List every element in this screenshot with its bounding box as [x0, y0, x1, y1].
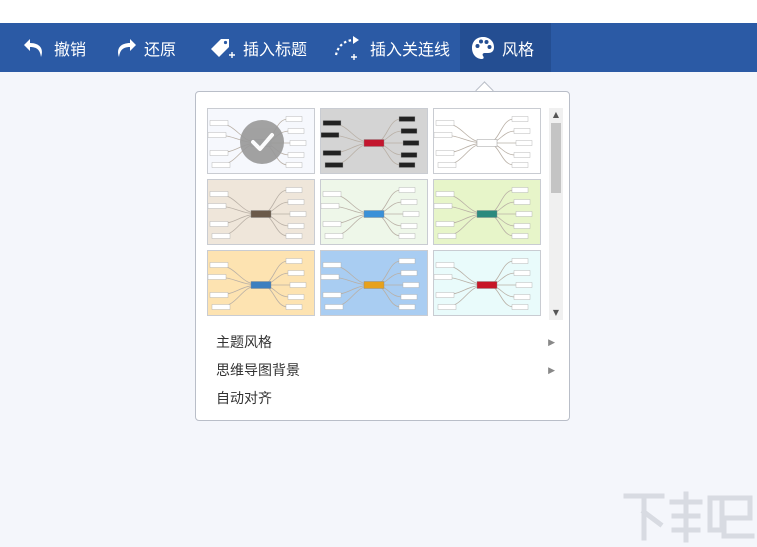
redo-icon [118, 38, 136, 57]
theme-thumbnail[interactable] [207, 179, 315, 245]
theme-scrollbar[interactable]: ▲ ▼ [549, 108, 563, 320]
chevron-right-icon: ▶ [548, 338, 555, 348]
insert-title-button[interactable]: 插入标题 [197, 23, 317, 72]
insert-title-label: 插入标题 [243, 39, 308, 59]
mindmap-preview [321, 258, 420, 310]
menu-item-label: 思维导图背景 [216, 363, 300, 379]
scroll-down-icon[interactable]: ▼ [549, 306, 563, 320]
tag-add-icon [211, 38, 235, 58]
mindmap-preview [434, 187, 533, 239]
mindmap-preview [208, 187, 307, 239]
mindmap-preview [321, 187, 420, 239]
theme-thumbnail[interactable] [320, 250, 428, 316]
style-menu: 主题风格 ▶ 思维导图背景 ▶ 自动对齐 [196, 329, 569, 413]
redo-button[interactable]: 还原 [102, 23, 186, 72]
insert-connector-button[interactable]: 插入关连线 [322, 23, 460, 72]
undo-icon [24, 38, 42, 57]
mindmap-preview [208, 258, 307, 310]
scroll-thumb[interactable] [551, 123, 561, 193]
menu-item-map-background[interactable]: 思维导图背景 ▶ [196, 357, 569, 385]
palette-icon [472, 36, 494, 59]
menu-item-theme-style[interactable]: 主题风格 ▶ [196, 329, 569, 357]
watermark-logo [623, 491, 755, 543]
selected-check-icon [240, 120, 284, 164]
undo-button[interactable]: 撤销 [12, 23, 96, 72]
menu-item-label: 主题风格 [216, 335, 272, 351]
scroll-up-icon[interactable]: ▲ [549, 108, 563, 122]
style-popup: ▲ ▼ 主题风格 ▶ 思维导图背景 ▶ 自动对齐 [195, 91, 570, 421]
toolbar: 撤销 还原 插入标题 插入关连线 风格 [0, 23, 757, 72]
menu-item-label: 自动对齐 [216, 391, 272, 407]
menu-item-auto-align[interactable]: 自动对齐 [196, 385, 569, 413]
redo-label: 还原 [144, 39, 177, 59]
style-button[interactable]: 风格 [460, 23, 551, 72]
theme-thumbnail[interactable] [433, 108, 541, 174]
theme-thumbnail[interactable] [320, 179, 428, 245]
theme-thumbnail[interactable] [320, 108, 428, 174]
mindmap-preview [321, 116, 420, 168]
theme-thumbnail[interactable] [433, 179, 541, 245]
theme-thumbnail[interactable] [433, 250, 541, 316]
theme-thumbnail[interactable] [207, 250, 315, 316]
connector-add-icon [334, 35, 359, 60]
theme-thumbnail[interactable] [207, 108, 315, 174]
chevron-right-icon: ▶ [548, 366, 555, 376]
top-strip [0, 0, 757, 23]
insert-connector-label: 插入关连线 [370, 39, 451, 59]
mindmap-preview [434, 116, 533, 168]
mindmap-preview [434, 258, 533, 310]
undo-label: 撤销 [54, 39, 87, 59]
style-label: 风格 [502, 39, 535, 59]
